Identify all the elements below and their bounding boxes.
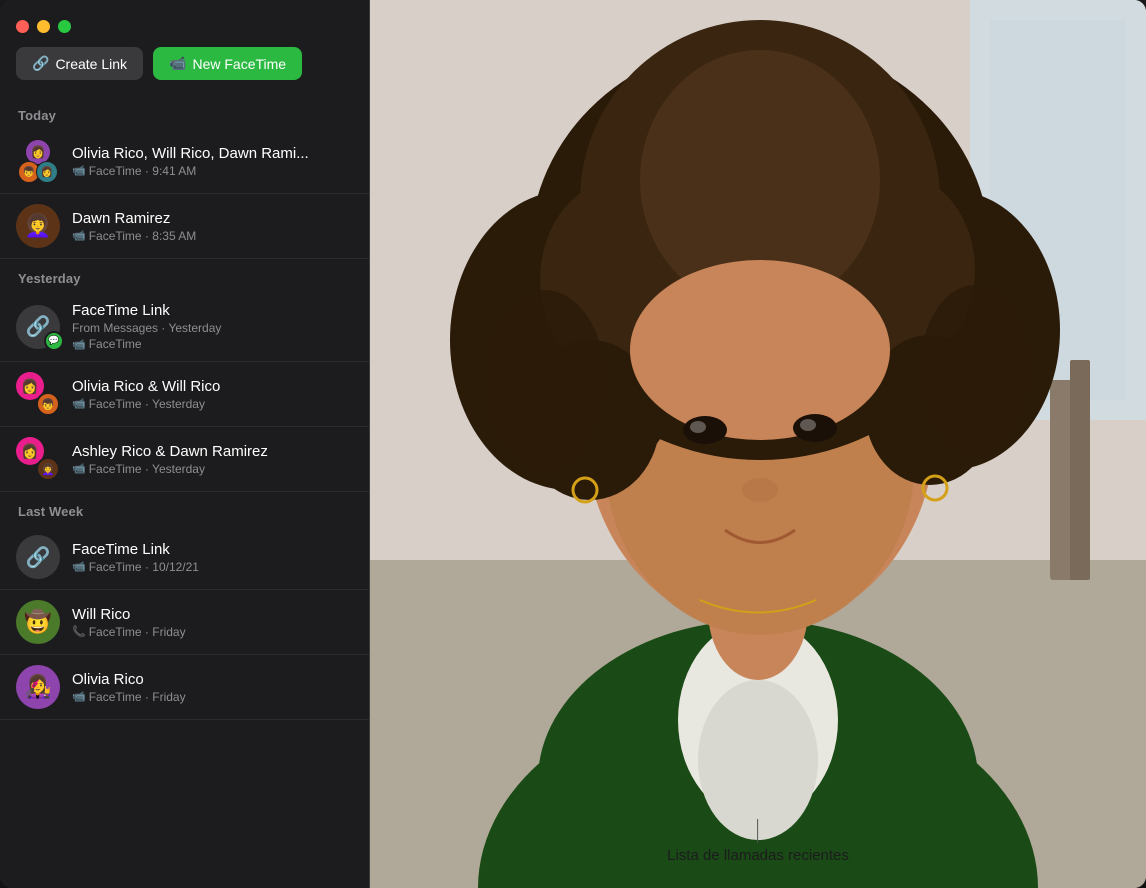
- close-button[interactable]: [16, 20, 29, 33]
- camera-view: Lista de llamadas recientes: [370, 0, 1146, 888]
- video-camera-icon: 📹: [169, 55, 186, 72]
- call-sub-line1: From Messages · Yesterday: [72, 321, 353, 335]
- call-info: Olivia Rico & Will Rico 📹 FaceTime · Yes…: [72, 378, 353, 411]
- facetime-feed: Lista de llamadas recientes: [370, 0, 1146, 888]
- avatar-group: 👩 👦 👩: [16, 139, 60, 183]
- traffic-lights: [0, 0, 369, 47]
- messages-badge: 💬: [44, 331, 64, 351]
- call-name: Olivia Rico, Will Rico, Dawn Rami...: [72, 145, 353, 162]
- call-info: Ashley Rico & Dawn Ramirez 📹 FaceTime · …: [72, 443, 353, 476]
- call-name: Ashley Rico & Dawn Ramirez: [72, 443, 353, 460]
- section-header-lastweek: Last Week: [0, 492, 369, 525]
- call-info: Olivia Rico, Will Rico, Dawn Rami... 📹 F…: [72, 145, 353, 178]
- avatar-group: 👩 👩‍🦱: [16, 437, 60, 481]
- avatar: 👩: [36, 161, 58, 183]
- avatar: 👩‍🎤: [16, 665, 60, 709]
- call-sub: 📹 FaceTime · 8:35 AM: [72, 229, 353, 243]
- list-item[interactable]: 👩‍🦱 Dawn Ramirez 📹 FaceTime · 8:35 AM: [0, 194, 369, 259]
- call-sub: 📹 FaceTime · 10/12/21: [72, 560, 353, 574]
- avatar: 👩‍🦱: [36, 457, 60, 481]
- video-icon: 📹: [72, 164, 86, 177]
- video-icon: 📹: [72, 462, 86, 475]
- call-info: Olivia Rico 📹 FaceTime · Friday: [72, 671, 353, 704]
- call-name: FaceTime Link: [72, 541, 353, 558]
- call-name: Dawn Ramirez: [72, 210, 353, 227]
- new-facetime-button[interactable]: 📹 New FaceTime: [153, 47, 302, 80]
- call-name: FaceTime Link: [72, 302, 353, 319]
- avatar: 👦: [36, 392, 60, 416]
- avatar: 👩‍🦱: [16, 204, 60, 248]
- call-info: FaceTime Link 📹 FaceTime · 10/12/21: [72, 541, 353, 574]
- phone-icon: 📞: [72, 625, 86, 638]
- list-item[interactable]: 🔗 💬 FaceTime Link From Messages · Yester…: [0, 292, 369, 362]
- list-item[interactable]: 🤠 Will Rico 📞 FaceTime · Friday: [0, 590, 369, 655]
- maximize-button[interactable]: [58, 20, 71, 33]
- facetime-link-icon: 🔗: [16, 535, 60, 579]
- video-icon: 📹: [72, 229, 86, 242]
- new-facetime-label: New FaceTime: [192, 56, 286, 72]
- video-icon: 📹: [72, 338, 86, 351]
- sidebar: 🔗 Create Link 📹 New FaceTime Today 👩 👦 👩: [0, 0, 370, 888]
- call-sub: 📹 FaceTime · 9:41 AM: [72, 164, 353, 178]
- caption-text: Lista de llamadas recientes: [667, 847, 849, 864]
- call-list: Today 👩 👦 👩 Olivia Rico, Will Rico, Dawn…: [0, 96, 369, 888]
- avatar-group: 👩 👦: [16, 372, 60, 416]
- create-link-button[interactable]: 🔗 Create Link: [16, 47, 143, 80]
- call-name: Will Rico: [72, 606, 353, 623]
- call-info: Will Rico 📞 FaceTime · Friday: [72, 606, 353, 639]
- minimize-button[interactable]: [37, 20, 50, 33]
- list-item[interactable]: 🔗 FaceTime Link 📹 FaceTime · 10/12/21: [0, 525, 369, 590]
- section-header-yesterday: Yesterday: [0, 259, 369, 292]
- call-sub: 📹 FaceTime · Yesterday: [72, 397, 353, 411]
- list-item[interactable]: 👩 👦 👩 Olivia Rico, Will Rico, Dawn Rami.…: [0, 129, 369, 194]
- section-header-today: Today: [0, 96, 369, 129]
- call-sub: 📹 FaceTime · Yesterday: [72, 462, 353, 476]
- video-icon: 📹: [72, 560, 86, 573]
- avatar: 🤠: [16, 600, 60, 644]
- video-icon: 📹: [72, 690, 86, 703]
- video-icon: 📹: [72, 397, 86, 410]
- call-sub: 📞 FaceTime · Friday: [72, 625, 353, 639]
- list-item[interactable]: 👩 👦 Olivia Rico & Will Rico 📹 FaceTime ·…: [0, 362, 369, 427]
- link-icon: 🔗: [32, 55, 49, 72]
- create-link-label: Create Link: [55, 56, 127, 72]
- call-info: FaceTime Link From Messages · Yesterday …: [72, 302, 353, 351]
- list-item[interactable]: 👩 👩‍🦱 Ashley Rico & Dawn Ramirez 📹 FaceT…: [0, 427, 369, 492]
- top-buttons: 🔗 Create Link 📹 New FaceTime: [0, 47, 369, 96]
- call-name: Olivia Rico & Will Rico: [72, 378, 353, 395]
- call-name: Olivia Rico: [72, 671, 353, 688]
- call-sub-line2: 📹 FaceTime: [72, 337, 353, 351]
- list-item[interactable]: 👩‍🎤 Olivia Rico 📹 FaceTime · Friday: [0, 655, 369, 720]
- call-info: Dawn Ramirez 📹 FaceTime · 8:35 AM: [72, 210, 353, 243]
- call-sub: 📹 FaceTime · Friday: [72, 690, 353, 704]
